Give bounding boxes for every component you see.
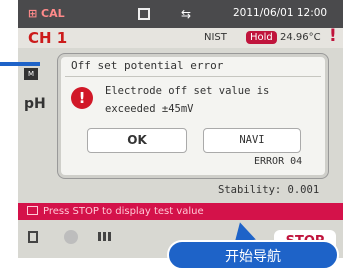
start-navigation-callout: 开始导航	[167, 240, 339, 270]
warning-icon: !	[329, 26, 337, 46]
dialog-message-line2: exceeded ±45mV	[105, 103, 194, 115]
mode-badge: M	[24, 68, 38, 80]
temperature-readout: 24.96°C	[280, 32, 321, 43]
navi-button[interactable]: NAVI	[203, 128, 301, 153]
grid-icon[interactable]	[98, 232, 112, 241]
stability-readout: Stability: 0.001	[218, 184, 320, 196]
record-icon[interactable]	[64, 230, 78, 244]
ph-label: pH	[24, 96, 46, 112]
error-code: ERROR 04	[254, 156, 303, 167]
list-icon[interactable]	[28, 231, 38, 243]
channel-label: CH 1	[28, 29, 68, 47]
memory-card-icon	[138, 8, 150, 20]
message-text: Press STOP to display test value	[43, 206, 204, 217]
hold-badge: Hold	[246, 31, 277, 44]
mode-indicator: ⊞ CAL	[28, 7, 65, 20]
status-bar: ⊞ CAL ⇆ 2011/06/01 12:00	[18, 0, 343, 28]
datetime: 2011/06/01 12:00	[233, 7, 328, 19]
buffer-standard: NIST	[204, 32, 227, 43]
usb-icon: ⇆	[181, 7, 192, 21]
dialog-divider	[65, 76, 321, 77]
dialog-message-line1: Electrode off set value is	[105, 85, 270, 97]
error-dialog: Off set potential error ! Electrode off …	[58, 54, 328, 178]
ok-button[interactable]: OK	[87, 128, 187, 153]
message-bar: Press STOP to display test value	[18, 203, 343, 220]
meter-screen: ⊞ CAL ⇆ 2011/06/01 12:00 CH 1 NIST Hold …	[18, 0, 343, 258]
channel-row: CH 1 NIST Hold 24.96°C !	[18, 26, 343, 48]
callout-pointer-line	[0, 62, 40, 66]
error-icon: !	[71, 87, 93, 109]
message-icon	[27, 206, 38, 215]
dialog-title: Off set potential error	[71, 59, 224, 72]
